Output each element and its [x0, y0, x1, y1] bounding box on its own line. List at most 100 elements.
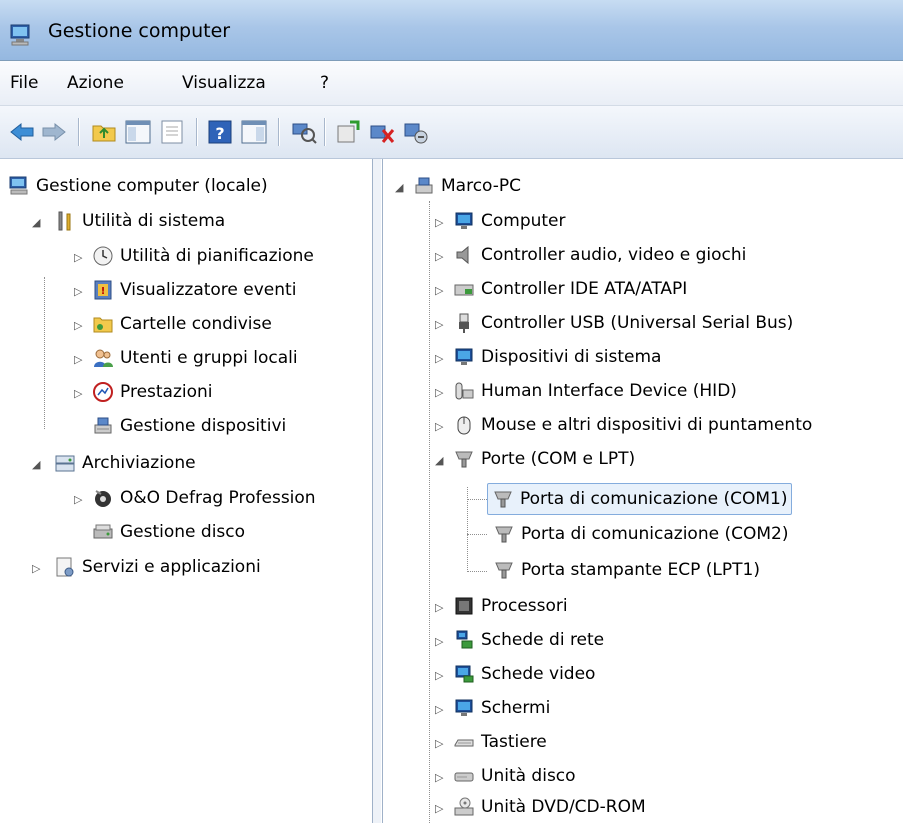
expand-arrow-icon[interactable]: ▷ [74, 388, 86, 400]
tree-item-shared-folders[interactable]: Cartelle condivise [92, 309, 272, 339]
collapse-arrow-icon[interactable]: ◢ [395, 182, 407, 194]
device-category-video[interactable]: Schede video [453, 659, 595, 689]
menu-action[interactable]: Azione [67, 73, 124, 93]
tree-label: Utilità di pianificazione [120, 246, 314, 266]
network-adapter-icon [456, 630, 473, 649]
expand-arrow-icon[interactable]: ▷ [435, 772, 447, 784]
expand-arrow-icon[interactable]: ▷ [435, 421, 447, 433]
device-category-processors[interactable]: Processori [453, 591, 568, 621]
tree-item-task-scheduler[interactable]: Utilità di pianificazione [92, 241, 314, 271]
device-category-ide[interactable]: Controller IDE ATA/ATAPI [453, 274, 687, 304]
expand-arrow-icon[interactable]: ▷ [435, 738, 447, 750]
uninstall-device-icon[interactable] [368, 118, 396, 146]
collapse-arrow-icon[interactable]: ◢ [32, 459, 44, 471]
console-tree-pane: Gestione computer (locale) ◢ Utilità di … [0, 159, 373, 823]
device-category-mouse[interactable]: Mouse e altri dispositivi di puntamento [453, 410, 812, 440]
tree-label: Schermi [481, 698, 551, 718]
device-category-keyboards[interactable]: Tastiere [453, 727, 547, 757]
port-icon [494, 491, 512, 508]
tree-label: Utenti e gruppi locali [120, 348, 298, 368]
device-category-hid[interactable]: Human Interface Device (HID) [453, 376, 737, 406]
storage-icon [55, 455, 75, 472]
menu-view[interactable]: Visualizza [182, 73, 266, 93]
tree-label: Schede video [481, 664, 596, 684]
folder-up-icon[interactable] [90, 118, 118, 146]
properties-icon[interactable] [158, 118, 186, 146]
disable-device-icon[interactable] [402, 118, 430, 146]
tree-label: Gestione dispositivi [120, 416, 287, 436]
device-manager-icon [94, 417, 112, 434]
expand-arrow-icon[interactable]: ▷ [74, 320, 86, 332]
tree-item-storage[interactable]: Archiviazione [54, 448, 196, 478]
device-category-ports[interactable]: Porte (COM e LPT) [453, 444, 635, 474]
performance-icon [93, 382, 113, 402]
device-category-network[interactable]: Schede di rete [453, 625, 604, 655]
tree-item-event-viewer[interactable]: ! Visualizzatore eventi [92, 275, 296, 305]
device-category-monitors[interactable]: Schermi [453, 693, 550, 723]
tree-label: Processori [481, 596, 568, 616]
expand-arrow-icon[interactable]: ▷ [435, 803, 447, 815]
device-lpt1[interactable]: Porta stampante ECP (LPT1) [493, 555, 760, 585]
expand-arrow-icon[interactable]: ▷ [435, 387, 447, 399]
expand-arrow-icon[interactable]: ▷ [74, 354, 86, 366]
device-category-dvd[interactable]: Unità DVD/CD-ROM [453, 792, 646, 822]
expand-arrow-icon[interactable]: ▷ [74, 286, 86, 298]
device-com2[interactable]: Porta di comunicazione (COM2) [493, 519, 788, 549]
port-icon [495, 526, 513, 543]
tree-label: Prestazioni [120, 382, 213, 402]
tree-item-disk-management[interactable]: Gestione disco [92, 517, 245, 547]
computer-icon [415, 177, 433, 194]
device-category-disk-drives[interactable]: Unità disco [453, 761, 576, 791]
computer-management-icon [10, 24, 30, 46]
update-driver-icon[interactable] [334, 118, 362, 146]
tree-item-performance[interactable]: Prestazioni [92, 377, 213, 407]
back-arrow-icon[interactable] [8, 118, 36, 146]
tree-label: Cartelle condivise [120, 314, 272, 334]
expand-arrow-icon[interactable]: ▷ [435, 602, 447, 614]
expand-arrow-icon[interactable]: ▷ [74, 252, 86, 264]
tree-label: Gestione disco [120, 522, 246, 542]
tree-item-marco-pc[interactable]: Marco-PC [413, 171, 521, 201]
device-category-audio[interactable]: Controller audio, video e giochi [453, 240, 746, 270]
device-category-system[interactable]: Dispositivi di sistema [453, 342, 661, 372]
expand-arrow-icon[interactable]: ▷ [435, 670, 447, 682]
monitor-icon [455, 699, 473, 716]
tree-item-system-tools[interactable]: Utilità di sistema [54, 206, 225, 236]
expand-arrow-icon[interactable]: ▷ [435, 217, 447, 229]
splitter[interactable] [373, 159, 381, 823]
expand-arrow-icon[interactable]: ▷ [435, 319, 447, 331]
device-tree-pane: ◢ Marco-PC ▷ Computer ▷ Controller audio… [382, 159, 903, 823]
forward-arrow-icon[interactable] [40, 118, 68, 146]
tree-label: Controller IDE ATA/ATAPI [481, 279, 688, 299]
expand-arrow-icon[interactable]: ▷ [435, 636, 447, 648]
device-com1[interactable]: Porta di comunicazione (COM1) [487, 483, 793, 515]
expand-arrow-icon[interactable]: ▷ [32, 563, 44, 575]
shared-folder-icon [93, 317, 113, 333]
expand-arrow-icon[interactable]: ▷ [74, 494, 86, 506]
tree-label: Archiviazione [82, 453, 196, 473]
collapse-arrow-icon[interactable]: ◢ [435, 455, 447, 467]
tree-item-local-users-groups[interactable]: Utenti e gruppi locali [92, 343, 298, 373]
tree-item-computer-management[interactable]: Gestione computer (locale) [8, 171, 268, 201]
tree-item-defrag[interactable]: O&O Defrag Profession [92, 483, 316, 513]
tree-item-services-applications[interactable]: Servizi e applicazioni [54, 552, 261, 582]
console-tree-icon[interactable] [124, 118, 152, 146]
expand-arrow-icon[interactable]: ▷ [435, 285, 447, 297]
action-pane-icon[interactable] [240, 118, 268, 146]
expand-arrow-icon[interactable]: ▷ [435, 704, 447, 716]
help-icon[interactable]: ? [206, 118, 234, 146]
tree-item-device-manager[interactable]: Gestione dispositivi [92, 411, 286, 441]
tree-label: Controller audio, video e giochi [481, 245, 747, 265]
tree-label: Porta stampante ECP (LPT1) [521, 560, 760, 580]
services-icon [56, 557, 74, 577]
disk-management-icon [93, 524, 113, 539]
menu-help[interactable]: ? [320, 73, 329, 93]
menu-file[interactable]: File [10, 73, 38, 93]
expand-arrow-icon[interactable]: ▷ [435, 251, 447, 263]
device-category-computer[interactable]: Computer [453, 206, 566, 236]
scan-hardware-icon[interactable] [290, 118, 318, 146]
device-category-usb[interactable]: Controller USB (Universal Serial Bus) [453, 308, 793, 338]
expand-arrow-icon[interactable]: ▷ [435, 353, 447, 365]
collapse-arrow-icon[interactable]: ◢ [32, 217, 44, 229]
keyboard-icon [454, 739, 474, 747]
